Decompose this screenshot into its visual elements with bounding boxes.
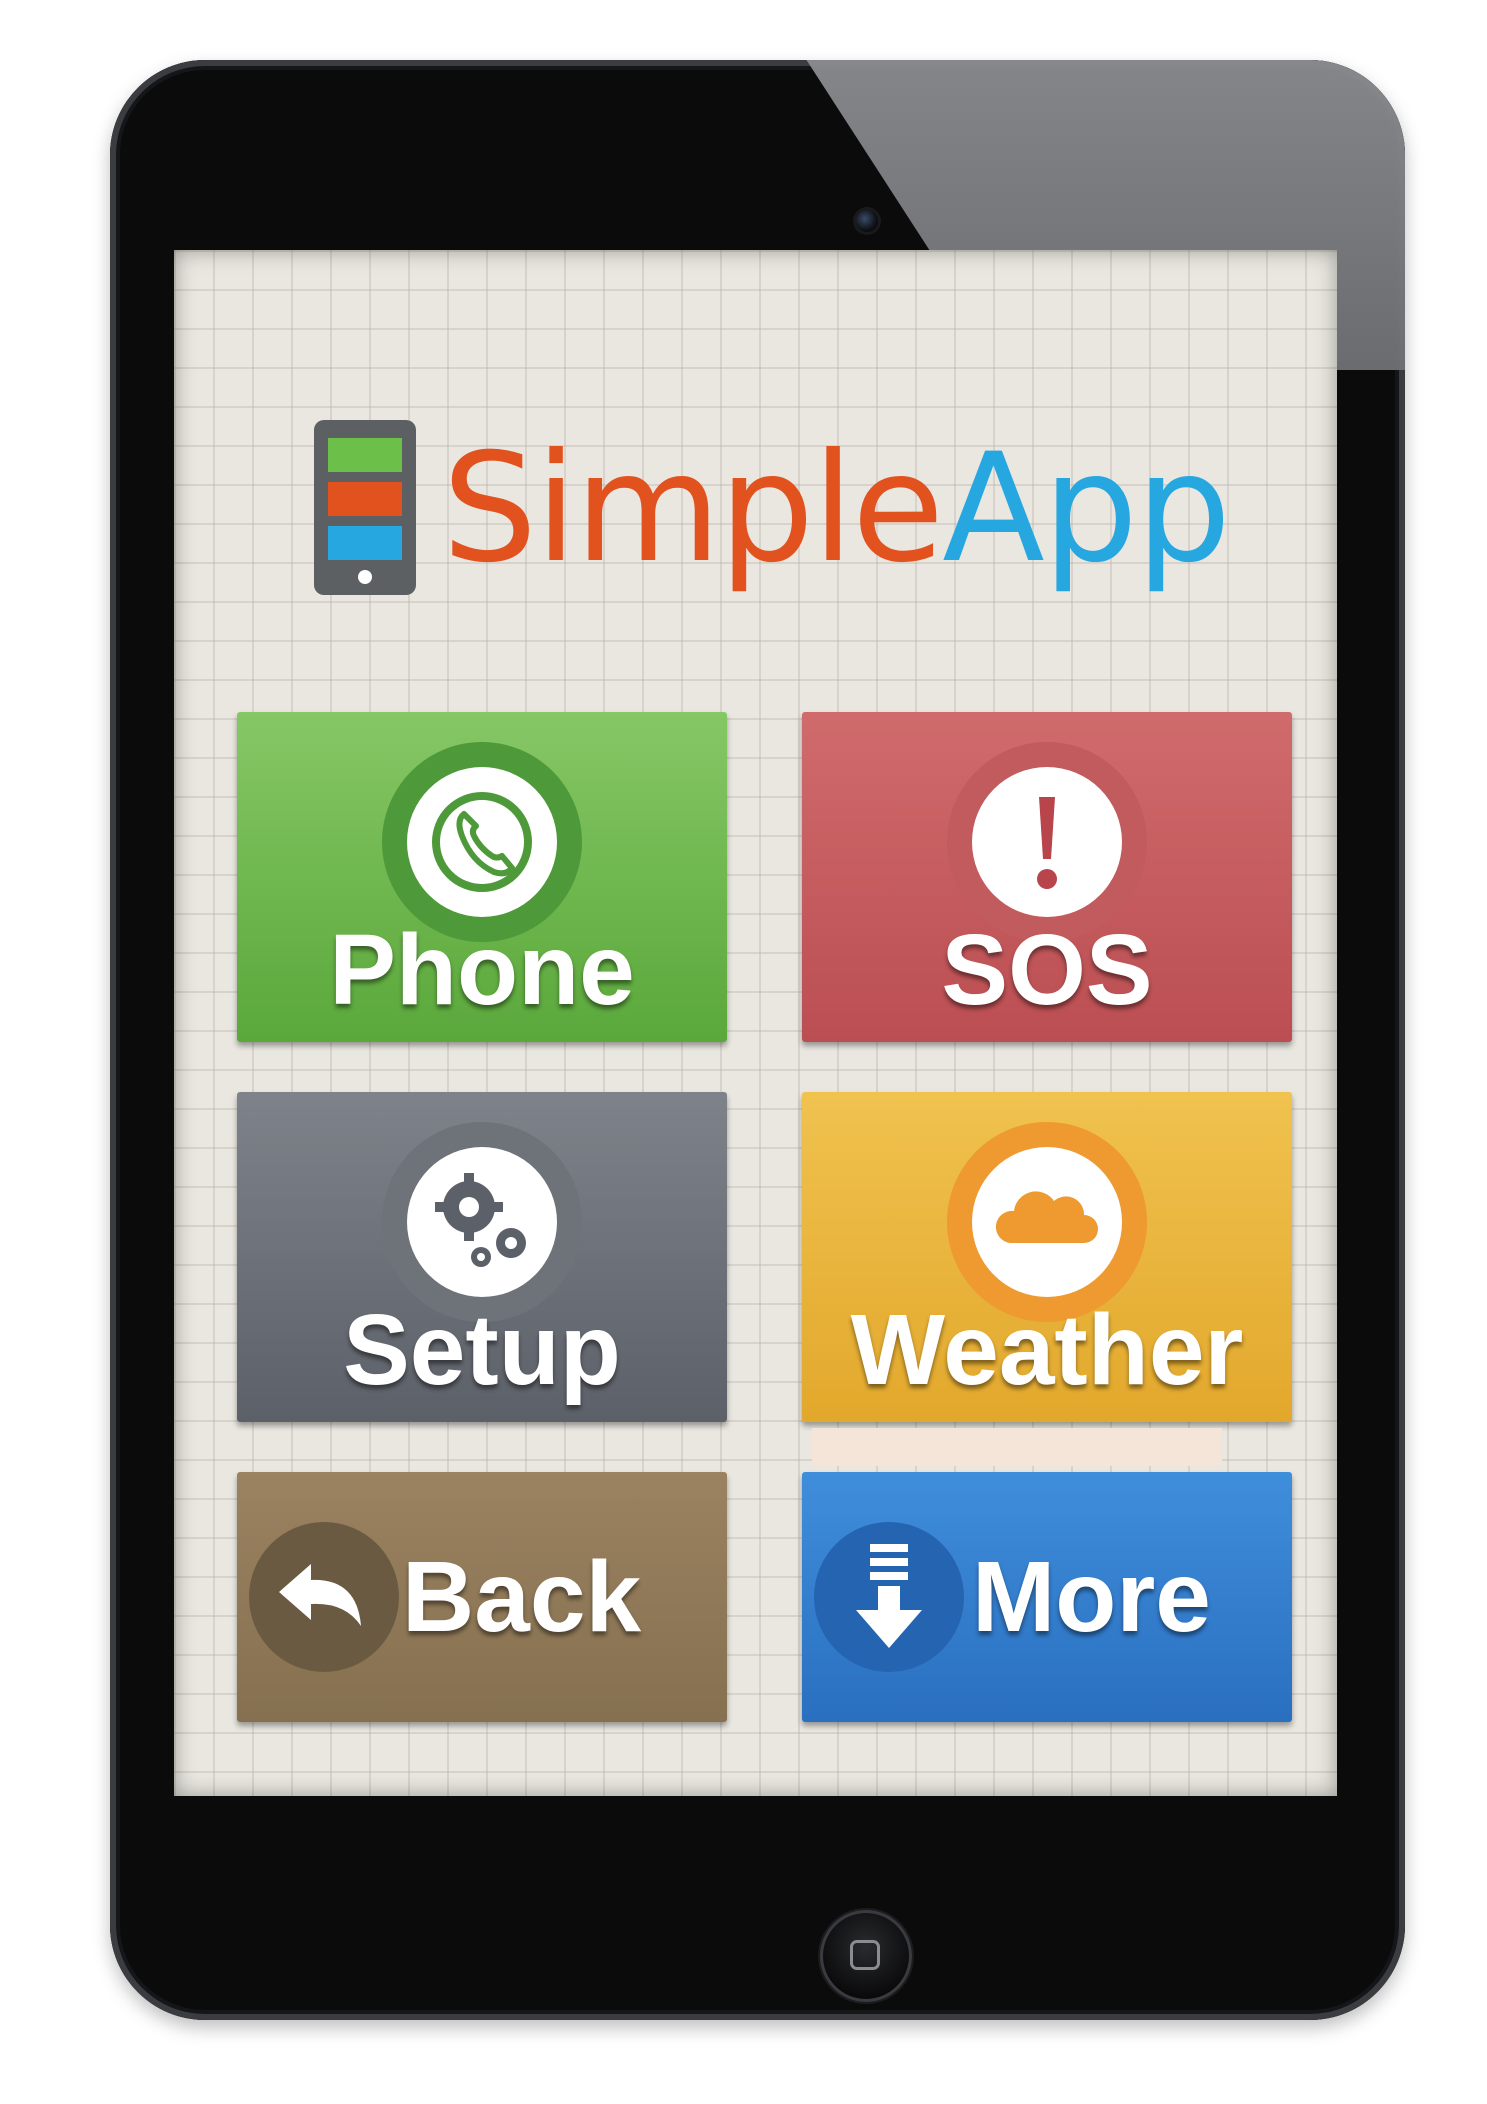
phone-icon-ring: [382, 742, 582, 942]
phone-label: Phone: [329, 914, 635, 1026]
more-button[interactable]: More: [802, 1472, 1292, 1722]
setup-label: Setup: [343, 1294, 621, 1406]
more-icon-ring: [814, 1522, 964, 1672]
download-arrow-icon: [856, 1544, 922, 1648]
weather-strip: [812, 1428, 1222, 1466]
home-button[interactable]: [820, 1910, 912, 2002]
setup-icon-ring: [382, 1122, 582, 1322]
back-arrow-icon: [279, 1564, 361, 1626]
back-label: Back: [402, 1541, 642, 1653]
cloud-icon: [972, 1147, 1122, 1297]
app-screen: SimpleApp Phone SOS Setup Weather Back M…: [174, 250, 1337, 1796]
app-title-part2: App: [942, 422, 1231, 596]
phone-button[interactable]: Phone: [237, 712, 727, 1042]
sos-icon-ring: [947, 742, 1147, 942]
exclamation-icon: [972, 767, 1122, 917]
app-logo: SimpleApp: [314, 420, 1294, 610]
weather-label: Weather: [850, 1294, 1244, 1406]
home-square-icon: [850, 1940, 880, 1970]
sos-button[interactable]: SOS: [802, 712, 1292, 1042]
gears-icon: [407, 1147, 557, 1297]
phone-icon: [407, 767, 557, 917]
camera-icon: [856, 210, 878, 232]
app-title-part1: Simple: [442, 422, 944, 596]
sos-label: SOS: [941, 914, 1153, 1026]
weather-icon-ring: [947, 1122, 1147, 1322]
back-icon-ring: [249, 1522, 399, 1672]
back-button[interactable]: Back: [237, 1472, 727, 1722]
setup-button[interactable]: Setup: [237, 1092, 727, 1422]
more-label: More: [972, 1541, 1211, 1653]
weather-button[interactable]: Weather: [802, 1092, 1292, 1422]
app-title: SimpleApp: [442, 414, 1231, 604]
phone-logo-icon: [314, 420, 416, 595]
